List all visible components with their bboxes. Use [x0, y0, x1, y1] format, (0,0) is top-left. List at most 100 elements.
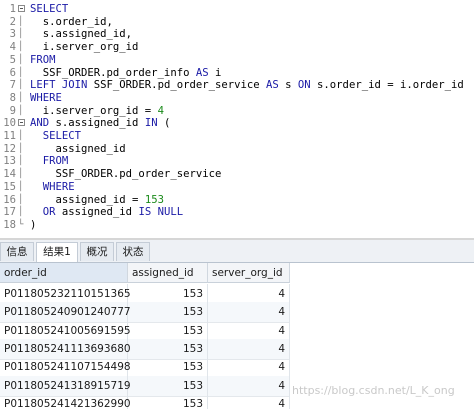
- cell-server-org-id[interactable]: 4: [208, 302, 290, 323]
- sql-editor[interactable]: 1 SELECT 2 │ s.order_id, 3 │ s.assigned_id, 4 │…: [0, 0, 474, 238]
- cell-server-org-id[interactable]: 4: [208, 375, 290, 396]
- code-text: i.server_org_id = 4: [30, 105, 164, 118]
- tab-info[interactable]: 信息: [0, 242, 34, 261]
- fold-toggle-icon[interactable]: [18, 5, 25, 12]
- sql-text: assigned_id =: [30, 193, 145, 206]
- cell-order-id[interactable]: P011805241113693680: [0, 338, 131, 359]
- code-line[interactable]: 1 SELECT: [0, 3, 474, 16]
- cell-order-id[interactable]: P011805241005691595: [0, 320, 131, 341]
- cell-server-org-id[interactable]: 4: [208, 284, 290, 304]
- line-number: 18: [3, 218, 16, 231]
- code-line[interactable]: 2 │ s.order_id,: [0, 16, 474, 29]
- cell-order-id[interactable]: P011805241107154498: [0, 357, 131, 378]
- code-text: WHERE: [30, 181, 75, 194]
- sql-keyword: WHERE: [30, 91, 62, 104]
- fold-guide-icon: │: [18, 42, 24, 53]
- sql-text: s: [278, 79, 298, 92]
- code-text: LEFT JOIN SSF_ORDER.pd_order_service AS …: [30, 79, 464, 92]
- code-line[interactable]: 6 │ SSF_ORDER.pd_order_info AS i: [0, 67, 474, 80]
- sql-keyword: SELECT: [30, 3, 69, 15]
- tab-result1[interactable]: 结果1: [36, 242, 78, 262]
- code-line[interactable]: 8 │ WHERE: [0, 92, 474, 105]
- fold-guide-icon: │: [18, 156, 24, 167]
- cell-assigned-id[interactable]: 153: [128, 284, 208, 304]
- line-number: 13: [3, 155, 16, 168]
- sql-text: s.assigned_id: [49, 117, 145, 130]
- cell-order-id[interactable]: P011805240901240777: [0, 302, 131, 323]
- code-line[interactable]: 11 │ SELECT: [0, 130, 474, 143]
- sql-keyword: LEFT JOIN: [30, 79, 88, 92]
- sql-text: i.server_org_id =: [30, 104, 158, 117]
- code-text: SELECT: [30, 130, 81, 143]
- code-text: s.order_id,: [30, 16, 113, 29]
- sql-keyword: ON: [297, 79, 311, 92]
- code-line[interactable]: 5 │ FROM: [0, 54, 474, 67]
- code-line[interactable]: 14 │ SSF_ORDER.pd_order_service: [0, 168, 474, 181]
- code-text: SSF_ORDER.pd_order_info AS i: [30, 66, 222, 80]
- sql-keyword: AS: [266, 79, 279, 92]
- code-text: OR assigned_id IS NULL: [30, 206, 183, 219]
- code-line[interactable]: 9 │ i.server_org_id = 4: [0, 105, 474, 118]
- fold-guide-icon: │: [18, 80, 24, 91]
- column-header-assigned-id[interactable]: assigned_id: [128, 263, 208, 283]
- sql-text: assigned_id: [55, 206, 139, 219]
- fold-toggle-icon[interactable]: [18, 119, 25, 127]
- code-text: SSF_ORDER.pd_order_service: [30, 168, 222, 181]
- sql-keyword: FROM: [30, 53, 56, 66]
- line-number: 14: [3, 168, 16, 181]
- cell-server-org-id[interactable]: 4: [208, 338, 290, 359]
- code-text: s.assigned_id,: [30, 28, 132, 41]
- fold-guide-icon: │: [18, 169, 24, 180]
- line-number: 1: [9, 3, 16, 15]
- cell-assigned-id[interactable]: 153: [128, 375, 208, 396]
- sql-text: s.assigned_id,: [30, 28, 133, 41]
- column-header-order-id[interactable]: order_id: [0, 263, 128, 283]
- code-line[interactable]: 15 │ WHERE: [0, 181, 474, 194]
- sql-number: 4: [157, 104, 164, 117]
- cell-order-id[interactable]: P011805241421362990: [0, 393, 131, 409]
- cell-assigned-id[interactable]: 153: [128, 357, 208, 378]
- cell-server-org-id[interactable]: 4: [208, 393, 290, 409]
- sql-keyword: IS NULL: [138, 206, 184, 219]
- fold-guide-icon: │: [18, 67, 24, 78]
- cell-server-org-id[interactable]: 4: [208, 357, 290, 378]
- sql-keyword: OR: [30, 206, 56, 219]
- code-text: FROM: [30, 155, 69, 168]
- code-line[interactable]: 17 │ OR assigned_id IS NULL: [0, 206, 474, 219]
- cell-assigned-id[interactable]: 153: [128, 338, 208, 359]
- watermark: https://blog.csdn.net/L_K_ong: [292, 384, 455, 397]
- cell-order-id[interactable]: P011805232110151365: [0, 284, 131, 304]
- cell-assigned-id[interactable]: 153: [128, 302, 208, 323]
- line-number: 7: [9, 79, 16, 92]
- fold-guide-icon: │: [18, 54, 24, 65]
- sql-text: ): [30, 218, 37, 231]
- cell-order-id[interactable]: P011805241318915719: [0, 375, 131, 396]
- code-line[interactable]: 10 AND s.assigned_id IN (: [0, 117, 474, 130]
- code-line[interactable]: 4 │ i.server_org_id: [0, 41, 474, 54]
- code-line[interactable]: 13 │ FROM: [0, 155, 474, 168]
- table-row[interactable]: P011805241421362990 153 4: [0, 393, 290, 409]
- sql-text: i: [208, 66, 222, 79]
- tab-profile[interactable]: 概况: [80, 242, 114, 261]
- code-line[interactable]: 16 │ assigned_id = 153: [0, 194, 474, 207]
- sql-text: SSF_ORDER.pd_order_info: [30, 66, 196, 79]
- line-number: 10: [3, 117, 16, 130]
- cell-assigned-id[interactable]: 153: [128, 393, 208, 409]
- code-text: i.server_org_id: [30, 41, 139, 54]
- code-line[interactable]: 7 │ LEFT JOIN SSF_ORDER.pd_order_service A…: [0, 79, 474, 92]
- fold-guide-icon: │: [18, 131, 24, 141]
- cell-assigned-id[interactable]: 153: [128, 320, 208, 341]
- code-line[interactable]: 18 └): [0, 219, 474, 232]
- code-line[interactable]: 3 │ s.assigned_id,: [0, 28, 474, 41]
- sql-number: 153: [144, 193, 164, 206]
- fold-end-icon: └: [18, 219, 24, 230]
- sql-text: SSF_ORDER.pd_order_service: [30, 168, 222, 181]
- fold-guide-icon: │: [18, 105, 24, 116]
- column-header-server-org-id[interactable]: server_org_id: [208, 263, 290, 283]
- tab-status[interactable]: 状态: [116, 242, 150, 261]
- code-line[interactable]: 12 │ assigned_id: [0, 143, 474, 156]
- cell-server-org-id[interactable]: 4: [208, 320, 290, 341]
- sql-keyword: SELECT: [30, 130, 82, 142]
- line-number: 9: [9, 104, 16, 117]
- fold-guide-icon: │: [18, 194, 24, 205]
